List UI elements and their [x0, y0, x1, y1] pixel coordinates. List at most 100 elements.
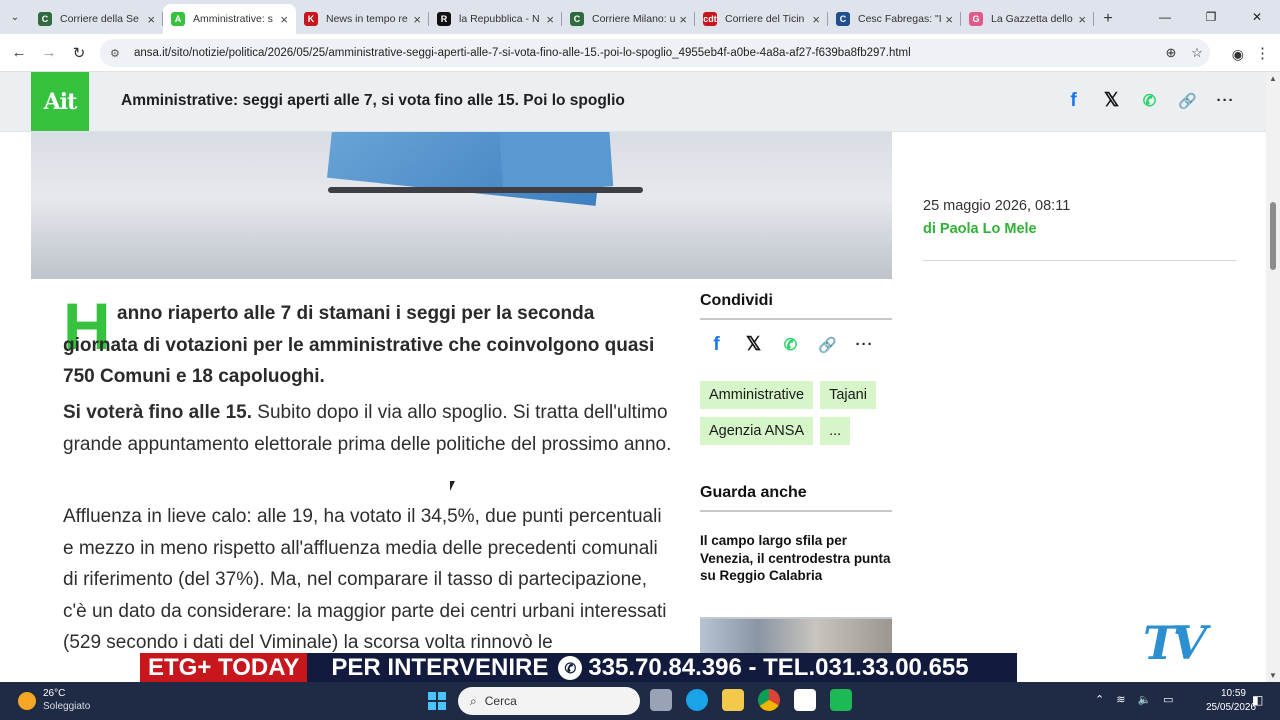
article-author[interactable]: di Paola Lo Mele	[923, 221, 1037, 237]
tray-expand-icon[interactable]: ⌃	[1095, 693, 1104, 706]
taskbar-clock[interactable]: 10:59 25/05/2026	[1206, 687, 1256, 715]
tab-close-icon[interactable]: ×	[280, 12, 288, 27]
header-share-bar: f 𝕏 ✆ 🔗 ···	[1063, 90, 1236, 112]
tab-title: Corriere della Se	[60, 13, 139, 25]
taskbar: 26°C Soleggiato ⌕ Cerca ⌃ ≋ 🔈 ▭ 10:59 25…	[0, 682, 1280, 720]
tab-search-icon[interactable]: ⌄	[0, 0, 30, 34]
tab-close-icon[interactable]: ×	[679, 12, 687, 27]
window-controls: — ❐ ✕	[1142, 0, 1280, 34]
tv-channel-logo: TV	[1143, 616, 1207, 670]
x-icon[interactable]: 𝕏	[1101, 90, 1122, 111]
system-tray: ⌃ ≋ 🔈 ▭	[1095, 693, 1174, 706]
search-icon: ⌕	[470, 693, 477, 708]
tab-list: C Corriere della Se × A Amministrative: s × K N…	[30, 4, 1094, 34]
share-title: Condividi	[700, 292, 892, 320]
taskbar-search[interactable]: ⌕ Cerca	[458, 687, 640, 715]
share-bar: f 𝕏 ✆ 🔗 ···	[706, 334, 892, 356]
wifi-icon[interactable]: ≋	[1116, 693, 1125, 706]
app-icon[interactable]	[830, 689, 852, 711]
browser-tab[interactable]: C Corriere Milano: u ×	[562, 4, 695, 34]
tab-strip: ⌄ C Corriere della Se × A Amministrative: s ×…	[0, 0, 1280, 34]
facebook-icon[interactable]: f	[1063, 90, 1084, 111]
tab-title: La Gazzetta dello	[991, 13, 1073, 25]
site-info-icon[interactable]: ⚙	[110, 47, 126, 60]
link-icon[interactable]: 🔗	[1177, 90, 1198, 111]
notepad-icon[interactable]	[794, 689, 816, 711]
chrome-icon[interactable]	[758, 689, 780, 711]
ansa-logo[interactable]: Ait	[31, 72, 89, 131]
whatsapp-icon[interactable]: ✆	[1139, 90, 1160, 111]
facebook-icon[interactable]: f	[706, 334, 727, 355]
profile-icon[interactable]: ◉	[1232, 46, 1244, 63]
see-also-section: Guarda anche Il campo largo sfila per Ve…	[700, 484, 892, 585]
browser-menu-icon[interactable]: ⋮	[1255, 44, 1270, 62]
sun-icon[interactable]	[18, 692, 36, 710]
browser-tab[interactable]: Rla Repubblica - N ×	[429, 4, 562, 34]
x-icon[interactable]: 𝕏	[743, 334, 764, 355]
tag-tajani[interactable]: Tajani	[820, 381, 876, 409]
tab-title: la Repubblica - N	[459, 13, 540, 25]
site-header: Ait Amministrative: seggi aperti alle 7,…	[0, 72, 1266, 132]
bookmark-star-icon[interactable]: ☆	[1184, 45, 1210, 61]
clock-time: 10:59	[1220, 688, 1246, 699]
file-explorer-icon[interactable]	[722, 689, 744, 711]
tab-close-icon[interactable]: ×	[1078, 12, 1086, 27]
zoom-icon[interactable]: ⊕	[1158, 45, 1184, 61]
tab-title: Amministrative: s	[193, 13, 273, 25]
browser-tab[interactable]: G La Gazzetta dello ×	[961, 4, 1094, 34]
browser-tab[interactable]: cdt Corriere del Ticin ×	[695, 4, 828, 34]
article-lead: anno riaperto alle 7 di stamani i seggi …	[63, 303, 655, 387]
link-icon[interactable]: 🔗	[817, 334, 838, 355]
scroll-up-icon[interactable]: ▲	[1269, 74, 1277, 83]
scrollbar-thumb[interactable]	[1270, 202, 1276, 270]
tab-close-icon[interactable]: ×	[546, 12, 554, 27]
tag-amministrative[interactable]: Amministrative	[700, 381, 814, 409]
article-hero-image	[31, 132, 892, 279]
close-icon[interactable]: ✕	[1234, 0, 1280, 34]
tab-favicon-icon: A	[171, 12, 185, 26]
tab-close-icon[interactable]: ×	[147, 12, 155, 27]
tag-more[interactable]: ...	[820, 417, 851, 445]
tab-favicon-icon: G	[969, 12, 983, 26]
browser-tab[interactable]: C Corriere della Se ×	[30, 4, 163, 34]
weather-temperature[interactable]: 26°C	[43, 688, 65, 699]
see-also-title: Guarda anche	[700, 484, 892, 512]
ticker-text-2: 335.70.84.396 - TEL.031.33.00.655	[588, 653, 969, 681]
minimize-icon[interactable]: —	[1142, 0, 1188, 34]
tab-title: Cesc Fabregas: "I	[858, 13, 942, 25]
new-tab-button[interactable]: +	[1094, 4, 1122, 34]
volume-icon[interactable]: 🔈	[1137, 693, 1151, 706]
tab-close-icon[interactable]: ×	[413, 12, 421, 27]
whatsapp-icon[interactable]: ✆	[780, 334, 801, 355]
more-icon[interactable]: ···	[854, 334, 875, 355]
url-text[interactable]: ansa.it/sito/notizie/politica/2026/05/25…	[134, 47, 1158, 59]
address-bar[interactable]: ⚙ ansa.it/sito/notizie/politica/2026/05/…	[100, 39, 1210, 67]
search-placeholder: Cerca	[484, 694, 517, 708]
reload-icon[interactable]: ↻	[64, 44, 94, 62]
browser-tab[interactable]: C Cesc Fabregas: "I ×	[828, 4, 961, 34]
more-icon[interactable]: ···	[1215, 90, 1236, 111]
tag-agenzia-ansa[interactable]: Agenzia ANSA	[700, 417, 814, 445]
notification-icon[interactable]: ◧	[1252, 693, 1263, 707]
ballot-shape-2	[498, 132, 614, 194]
scroll-down-icon[interactable]: ▼	[1269, 671, 1277, 680]
battery-icon[interactable]: ▭	[1163, 693, 1173, 706]
tab-favicon-icon: C	[836, 12, 850, 26]
back-icon[interactable]: ←	[4, 44, 34, 61]
related-article-link[interactable]: Il campo largo sfila per Venezia, il cen…	[700, 532, 892, 585]
article-date: 25 maggio 2026, 08:11	[923, 198, 1071, 214]
task-view-icon[interactable]	[650, 689, 672, 711]
edge-icon[interactable]	[686, 689, 708, 711]
page-scrollbar[interactable]: ▲ ▼	[1266, 72, 1280, 682]
tab-title: Corriere del Ticin	[725, 13, 805, 25]
mouse-cursor-icon	[450, 481, 455, 491]
browser-tab[interactable]: K News in tempo re ×	[296, 4, 429, 34]
windows-start-icon[interactable]	[428, 692, 446, 710]
tab-close-icon[interactable]: ×	[812, 12, 820, 27]
ballot-box-slot	[328, 187, 643, 193]
tab-close-icon[interactable]: ×	[945, 12, 953, 27]
maximize-icon[interactable]: ❐	[1188, 0, 1234, 34]
forward-icon[interactable]: →	[34, 44, 64, 61]
weather-description[interactable]: Soleggiato	[43, 701, 90, 712]
browser-tab[interactable]: A Amministrative: s ×	[163, 4, 296, 34]
